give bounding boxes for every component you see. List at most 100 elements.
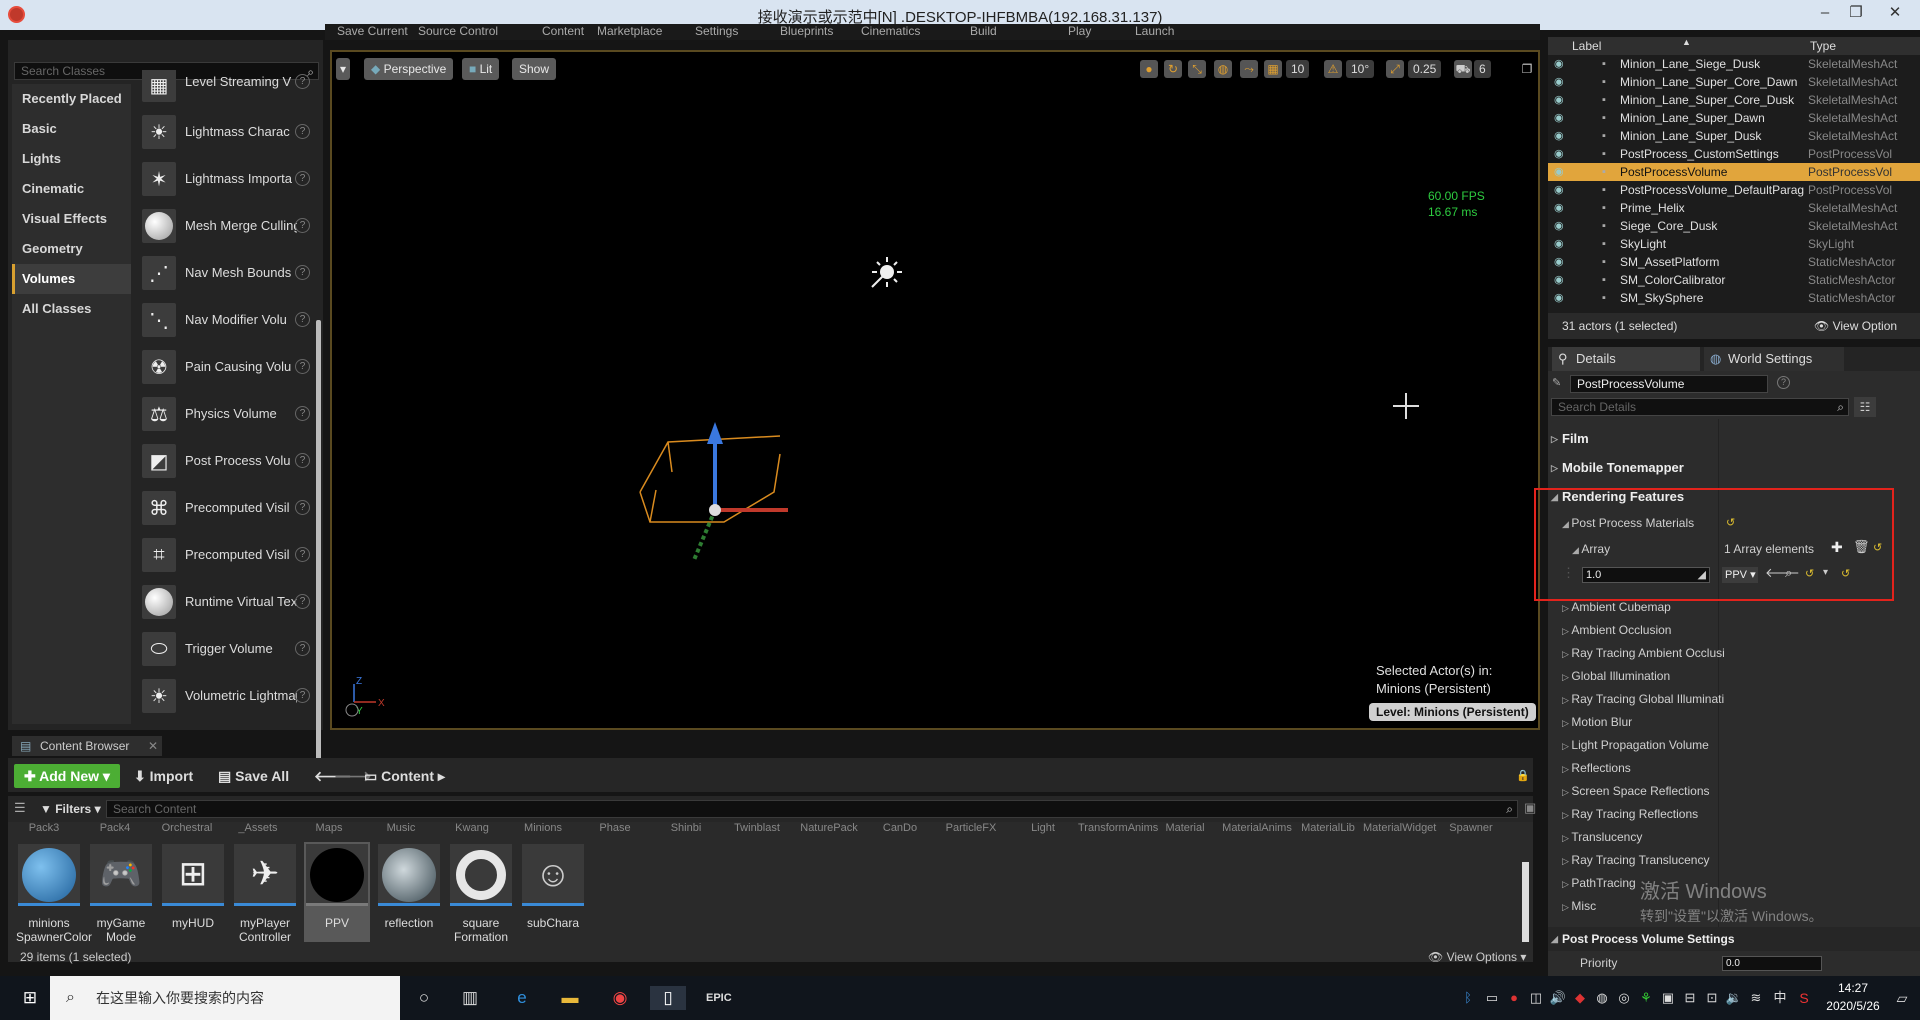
outliner-row[interactable]: ◉ ▪ SkyLight SkyLight bbox=[1548, 235, 1920, 253]
save-search-icon[interactable]: ▣ bbox=[1524, 800, 1536, 816]
rendering-subsection[interactable]: ▷ Ray Tracing Translucency bbox=[1562, 851, 1709, 870]
edge-browser-icon[interactable]: e bbox=[510, 986, 534, 1010]
toolbar-cinematics[interactable]: Cinematics bbox=[861, 24, 920, 38]
outliner-row[interactable]: ◉ ▪ SM_SkySphere StaticMeshActor bbox=[1548, 289, 1920, 307]
class-list-scrollbar[interactable] bbox=[316, 320, 321, 760]
class-item[interactable]: ☢ Pain Causing Volu? bbox=[135, 344, 315, 391]
help-icon[interactable]: ? bbox=[295, 74, 310, 89]
outliner-row[interactable]: ◉ ▪ SM_AssetPlatform StaticMeshActor bbox=[1548, 253, 1920, 271]
visibility-eye-icon[interactable]: ◉ bbox=[1554, 235, 1564, 253]
folder-label[interactable]: ParticleFX bbox=[935, 822, 1007, 834]
file-explorer-icon[interactable]: ▬ bbox=[558, 986, 582, 1010]
toolbar-blueprints[interactable]: Blueprints bbox=[780, 24, 833, 38]
toolbar-source-control[interactable]: Source Control bbox=[418, 24, 498, 38]
category-all-classes[interactable]: All Classes bbox=[12, 294, 131, 324]
filters-button[interactable]: ▼ Filters ▾ bbox=[40, 800, 101, 818]
class-item[interactable]: ◩ Post Process Volu? bbox=[135, 438, 315, 485]
tab-details[interactable]: ⚲ Details bbox=[1552, 347, 1700, 371]
visibility-eye-icon[interactable]: ◉ bbox=[1554, 253, 1564, 271]
rendering-subsection[interactable]: ▷ Motion Blur bbox=[1562, 713, 1632, 732]
help-icon[interactable]: ? bbox=[295, 171, 310, 186]
document-app-icon[interactable]: ▯ bbox=[650, 986, 686, 1010]
level-viewport[interactable]: ▾ ◆ Perspective ■ Lit Show ● ↻ ⤡ ◍ ⤳ ▦ 1… bbox=[330, 50, 1540, 730]
category-recently-placed[interactable]: Recently Placed bbox=[12, 84, 131, 114]
property-matrix-icon[interactable]: ☷ bbox=[1854, 397, 1876, 417]
windows-start-icon[interactable]: ⊞ bbox=[18, 986, 42, 1010]
folder-label[interactable]: Pack3 bbox=[8, 822, 80, 834]
folder-label[interactable]: Material bbox=[1149, 822, 1221, 834]
visibility-eye-icon[interactable]: ◉ bbox=[1554, 73, 1564, 91]
category-basic[interactable]: Basic bbox=[12, 114, 131, 144]
folder-label[interactable]: Pack4 bbox=[79, 822, 151, 834]
volume-icon[interactable]: 🔉 bbox=[1722, 986, 1746, 1010]
class-item[interactable]: ⬭ Trigger Volume? bbox=[135, 626, 315, 673]
toolbar-play[interactable]: Play bbox=[1068, 24, 1091, 38]
help-icon[interactable]: ? bbox=[295, 547, 310, 562]
folder-label[interactable]: MaterialAnims bbox=[1221, 822, 1293, 834]
asset-tile[interactable]: reflection bbox=[376, 842, 442, 942]
outliner-row[interactable]: ◉ ▪ PostProcessVolume_DefaultParag PostProc… bbox=[1548, 181, 1920, 199]
rendering-subsection[interactable]: ▷ Translucency bbox=[1562, 828, 1642, 847]
visibility-eye-icon[interactable]: ◉ bbox=[1554, 163, 1564, 181]
tray-icon-5[interactable]: ⊡ bbox=[1700, 986, 1724, 1010]
tray-monitor-icon[interactable]: ▣ bbox=[1656, 986, 1680, 1010]
rendering-subsection[interactable]: ▷ Misc bbox=[1562, 897, 1596, 916]
toolbar-save-current[interactable]: Save Current bbox=[337, 24, 408, 38]
toolbar-launch[interactable]: Launch bbox=[1135, 24, 1174, 38]
folder-label[interactable]: MaterialWidget bbox=[1363, 822, 1436, 834]
help-icon[interactable]: ? bbox=[1777, 376, 1790, 389]
asset-grid-scrollbar[interactable] bbox=[1522, 862, 1529, 942]
bluetooth-icon[interactable]: ᛒ bbox=[1456, 986, 1480, 1010]
sogou-input-icon[interactable]: S bbox=[1792, 986, 1816, 1010]
toolbar-content[interactable]: Content bbox=[542, 24, 584, 38]
folder-label[interactable]: CanDo bbox=[864, 822, 936, 834]
help-icon[interactable]: ? bbox=[295, 218, 310, 233]
sources-toggle-icon[interactable]: ☰ bbox=[14, 800, 26, 816]
folder-label[interactable]: Maps bbox=[293, 822, 365, 834]
outliner-row-selected[interactable]: ◉ ▪ PostProcessVolume PostProcessVol bbox=[1548, 163, 1920, 181]
help-icon[interactable]: ? bbox=[295, 312, 310, 327]
ime-indicator[interactable]: 中 bbox=[1768, 986, 1792, 1010]
folder-label[interactable]: Kwang bbox=[436, 822, 508, 834]
visibility-eye-icon[interactable]: ◉ bbox=[1554, 145, 1564, 163]
search-details-input[interactable]: Search Details ⌕ bbox=[1551, 398, 1849, 416]
close-button[interactable]: ✕ bbox=[1882, 2, 1908, 26]
visibility-eye-icon[interactable]: ◉ bbox=[1554, 55, 1564, 73]
help-icon[interactable]: ? bbox=[295, 453, 310, 468]
antivirus-icon[interactable]: ◆ bbox=[1568, 986, 1592, 1010]
tray-icon-4[interactable]: ⊟ bbox=[1678, 986, 1702, 1010]
path-breadcrumb[interactable]: ▭ Content ▸ bbox=[364, 764, 445, 788]
help-icon[interactable]: ? bbox=[295, 688, 310, 703]
rendering-subsection[interactable]: ▷ PathTracing bbox=[1562, 874, 1636, 893]
tab-world-settings[interactable]: ◍ World Settings bbox=[1704, 347, 1844, 371]
category-lights[interactable]: Lights bbox=[12, 144, 131, 174]
import-button[interactable]: ⬇ Import bbox=[134, 764, 193, 788]
folder-label[interactable]: Shinbi bbox=[650, 822, 722, 834]
priority-value-field[interactable]: 0.0 bbox=[1722, 956, 1822, 971]
category-geometry[interactable]: Geometry bbox=[12, 234, 131, 264]
outliner-row[interactable]: ◉ ▪ Siege_Core_Dusk SkeletalMeshAct bbox=[1548, 217, 1920, 235]
class-item[interactable]: Runtime Virtual Textu? bbox=[135, 579, 315, 626]
outliner-row[interactable]: ◉ ▪ Minion_Lane_Super_Dusk SkeletalMeshAct bbox=[1548, 127, 1920, 145]
outliner-view-options[interactable]: 👁 View Option bbox=[1814, 313, 1897, 339]
visibility-eye-icon[interactable]: ◉ bbox=[1554, 289, 1564, 307]
class-item[interactable]: ☀ Lightmass Charac? bbox=[135, 109, 315, 156]
epic-games-icon[interactable]: EPIC bbox=[706, 986, 732, 1010]
class-item[interactable]: ▦ Level Streaming V? bbox=[135, 70, 315, 109]
close-tab-icon[interactable]: ✕ bbox=[148, 736, 158, 756]
toolbar-marketplace[interactable]: Marketplace bbox=[597, 24, 662, 38]
rendering-subsection[interactable]: ▷ Ambient Occlusion bbox=[1562, 621, 1671, 640]
outliner-row[interactable]: ◉ ▪ PostProcess_CustomSettings PostProcessV… bbox=[1548, 145, 1920, 163]
class-item[interactable]: ✶ Lightmass Importa? bbox=[135, 156, 315, 203]
rendering-subsection[interactable]: ▷ Screen Space Reflections bbox=[1562, 782, 1710, 801]
outliner-row[interactable]: ◉ ▪ Minion_Lane_Super_Dawn SkeletalMeshAct bbox=[1548, 109, 1920, 127]
toolbar-settings[interactable]: Settings bbox=[695, 24, 738, 38]
folder-label[interactable]: Music bbox=[365, 822, 437, 834]
current-level-badge[interactable]: Level: Minions (Persistent) bbox=[1369, 703, 1536, 721]
folder-label[interactable]: Phase bbox=[579, 822, 651, 834]
help-icon[interactable]: ? bbox=[295, 406, 310, 421]
content-browser-tab[interactable]: ▤ Content Browser ✕ bbox=[12, 736, 162, 756]
tray-app-icon-2[interactable]: ◎ bbox=[1612, 986, 1636, 1010]
asset-tile[interactable]: minions SpawnerColor bbox=[16, 842, 92, 944]
search-content-input[interactable]: Search Content ⌕ bbox=[106, 800, 1518, 818]
